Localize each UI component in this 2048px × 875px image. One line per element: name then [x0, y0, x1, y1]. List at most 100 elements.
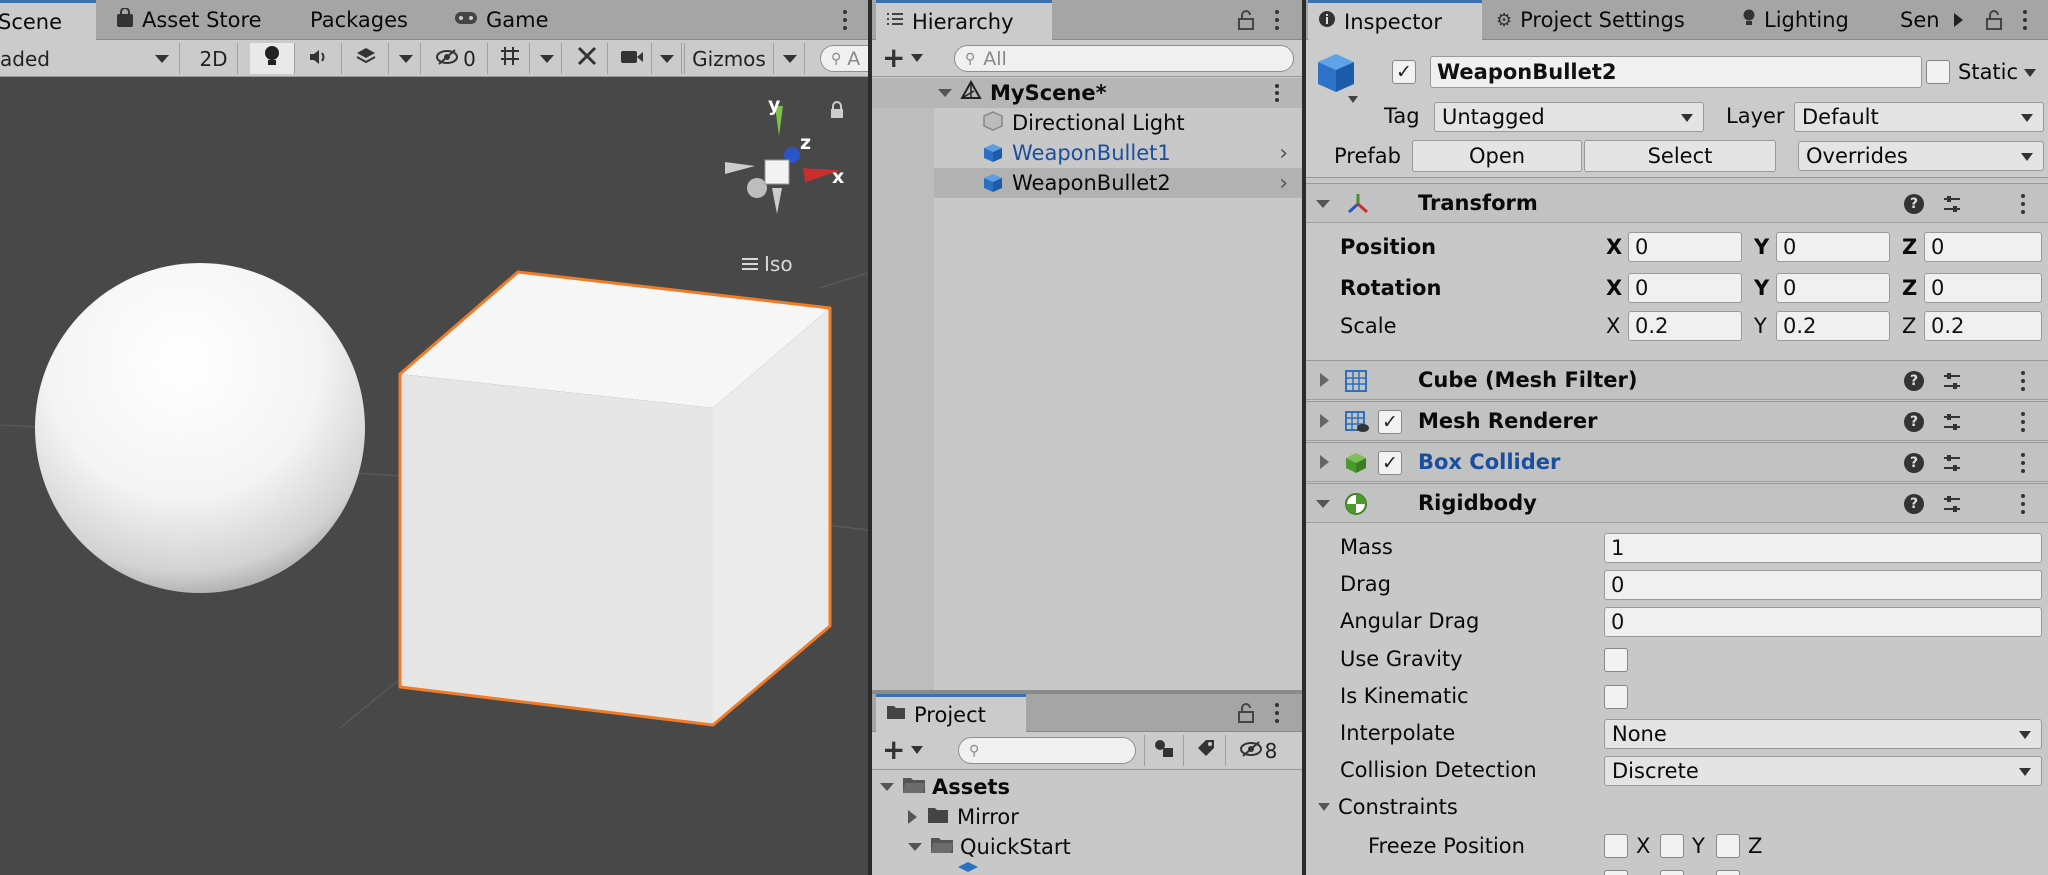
- visibility-toggle-button[interactable]: 0: [424, 43, 488, 74]
- tag-dropdown[interactable]: Untagged: [1434, 102, 1704, 132]
- prefab-select-button[interactable]: Select: [1584, 140, 1776, 172]
- tab-project-settings[interactable]: ⚙ Project Settings: [1486, 0, 1695, 40]
- hierarchy-item-directional-light[interactable]: Directional Light: [982, 108, 1185, 138]
- object-active-checkbox[interactable]: ✓: [1392, 60, 1416, 84]
- gizmos-button[interactable]: Gizmos: [684, 43, 774, 74]
- project-item-mirror[interactable]: Mirror: [908, 802, 1019, 832]
- mesh-filter-header[interactable]: Cube (Mesh Filter) ?: [1306, 360, 2048, 400]
- camera-dropdown[interactable]: [652, 43, 682, 74]
- constraints-foldout[interactable]: Constraints: [1318, 795, 1458, 819]
- tab-packages[interactable]: Packages: [300, 0, 418, 40]
- static-checkbox[interactable]: [1926, 60, 1950, 84]
- grid-dropdown[interactable]: [532, 43, 562, 74]
- presets-icon[interactable]: [1942, 371, 1962, 391]
- lock-icon[interactable]: [1238, 703, 1254, 728]
- foldout-closed-icon[interactable]: [1320, 455, 1329, 469]
- rotation-z-input[interactable]: 0: [1924, 273, 2042, 303]
- tab-project[interactable]: Project: [876, 694, 1026, 732]
- lock-icon[interactable]: [830, 100, 844, 124]
- projection-toggle[interactable]: Iso: [742, 252, 793, 276]
- angular-drag-input[interactable]: 0: [1604, 607, 2042, 637]
- camera-button[interactable]: [612, 43, 652, 74]
- grid-toggle-button[interactable]: [490, 43, 530, 74]
- tab-sensor[interactable]: Sen: [1890, 0, 1950, 40]
- scene-item-menu-icon[interactable]: [1270, 82, 1284, 104]
- position-y-input[interactable]: 0: [1776, 232, 1890, 262]
- chevron-right-icon[interactable]: ›: [1279, 171, 1288, 196]
- component-menu-icon[interactable]: [2016, 410, 2030, 434]
- drag-input[interactable]: 0: [1604, 570, 2042, 600]
- audio-toggle-button[interactable]: [297, 43, 342, 74]
- filter-by-type-button[interactable]: [1144, 735, 1184, 766]
- object-name-input[interactable]: WeaponBullet2: [1430, 56, 1922, 88]
- scale-y-input[interactable]: 0.2: [1776, 311, 1890, 341]
- freeze-rotation-z-checkbox[interactable]: [1716, 870, 1740, 875]
- hierarchy-menu-icon[interactable]: [1270, 8, 1284, 32]
- rigidbody-header[interactable]: Rigidbody ?: [1306, 483, 2048, 523]
- gizmos-dropdown[interactable]: [775, 43, 805, 74]
- use-gravity-checkbox[interactable]: [1604, 648, 1628, 672]
- is-kinematic-checkbox[interactable]: [1604, 685, 1628, 709]
- rotation-y-input[interactable]: 0: [1776, 273, 1890, 303]
- help-icon[interactable]: ?: [1904, 371, 1924, 391]
- lighting-toggle-button[interactable]: [250, 43, 295, 74]
- project-menu-icon[interactable]: [1270, 701, 1284, 725]
- box-collider-header[interactable]: ✓ Box Collider ?: [1306, 442, 2048, 482]
- tools-button[interactable]: [566, 43, 608, 74]
- scale-x-input[interactable]: 0.2: [1628, 311, 1742, 341]
- effects-toggle-button[interactable]: [344, 43, 389, 74]
- shading-mode-dropdown[interactable]: aded: [0, 43, 180, 74]
- help-icon[interactable]: ?: [1904, 494, 1924, 514]
- scene-root-item[interactable]: MyScene*: [872, 78, 1302, 108]
- presets-icon[interactable]: [1942, 412, 1962, 432]
- presets-icon[interactable]: [1942, 494, 1962, 514]
- project-search-input[interactable]: ⚲: [958, 737, 1136, 764]
- freeze-position-x-checkbox[interactable]: [1604, 834, 1628, 858]
- sphere-object[interactable]: [35, 263, 365, 593]
- scene-search-input[interactable]: ⚲ A: [820, 45, 868, 72]
- freeze-position-z-checkbox[interactable]: [1716, 834, 1740, 858]
- inspector-menu-icon[interactable]: [2018, 8, 2032, 32]
- orientation-gizmo[interactable]: [725, 106, 841, 214]
- layer-dropdown[interactable]: Default: [1794, 102, 2044, 132]
- project-item-quickstart[interactable]: QuickStart: [908, 832, 1071, 862]
- component-menu-icon[interactable]: [2016, 369, 2030, 393]
- rotation-x-input[interactable]: 0: [1628, 273, 1742, 303]
- scale-z-input[interactable]: 0.2: [1924, 311, 2042, 341]
- project-create-button[interactable]: +: [882, 736, 932, 764]
- foldout-closed-icon[interactable]: [1320, 414, 1329, 428]
- prefab-overrides-dropdown[interactable]: Overrides: [1798, 141, 2044, 171]
- filter-by-label-button[interactable]: [1186, 735, 1226, 766]
- mass-input[interactable]: 1: [1604, 533, 2042, 563]
- hierarchy-item-weaponbullet2[interactable]: WeaponBullet2 ›: [934, 168, 1302, 198]
- lock-icon[interactable]: [1986, 10, 2002, 35]
- presets-icon[interactable]: [1942, 194, 1962, 214]
- freeze-rotation-x-checkbox[interactable]: [1604, 870, 1628, 875]
- tab-lighting[interactable]: Lighting: [1732, 0, 1859, 40]
- toggle-2d-button[interactable]: 2D: [190, 43, 238, 74]
- presets-icon[interactable]: [1942, 453, 1962, 473]
- create-button[interactable]: +: [882, 44, 932, 72]
- foldout-closed-icon[interactable]: [1320, 373, 1329, 387]
- help-icon[interactable]: ?: [1904, 194, 1924, 214]
- tab-game[interactable]: Game: [444, 0, 559, 40]
- freeze-position-y-checkbox[interactable]: [1660, 834, 1684, 858]
- hidden-packages-toggle[interactable]: 8: [1228, 735, 1288, 766]
- interpolate-dropdown[interactable]: None: [1604, 719, 2042, 749]
- prefab-open-button[interactable]: Open: [1412, 140, 1582, 172]
- foldout-open-icon[interactable]: [1316, 200, 1330, 208]
- scene-viewport[interactable]: y z x Iso: [0, 78, 868, 875]
- hierarchy-search-input[interactable]: ⚲ All: [954, 45, 1294, 72]
- help-icon[interactable]: ?: [1904, 453, 1924, 473]
- position-z-input[interactable]: 0: [1924, 232, 2042, 262]
- tab-scroll-right-button[interactable]: [1946, 4, 1970, 36]
- component-menu-icon[interactable]: [2016, 492, 2030, 516]
- foldout-open-icon[interactable]: [1316, 500, 1330, 508]
- chevron-right-icon[interactable]: ›: [1279, 141, 1288, 166]
- scene-menu-icon[interactable]: [838, 8, 852, 32]
- freeze-rotation-y-checkbox[interactable]: [1660, 870, 1684, 875]
- project-item-assets[interactable]: Assets: [880, 772, 1010, 802]
- component-menu-icon[interactable]: [2016, 192, 2030, 216]
- help-icon[interactable]: ?: [1904, 412, 1924, 432]
- tab-scene[interactable]: Scene: [0, 0, 96, 40]
